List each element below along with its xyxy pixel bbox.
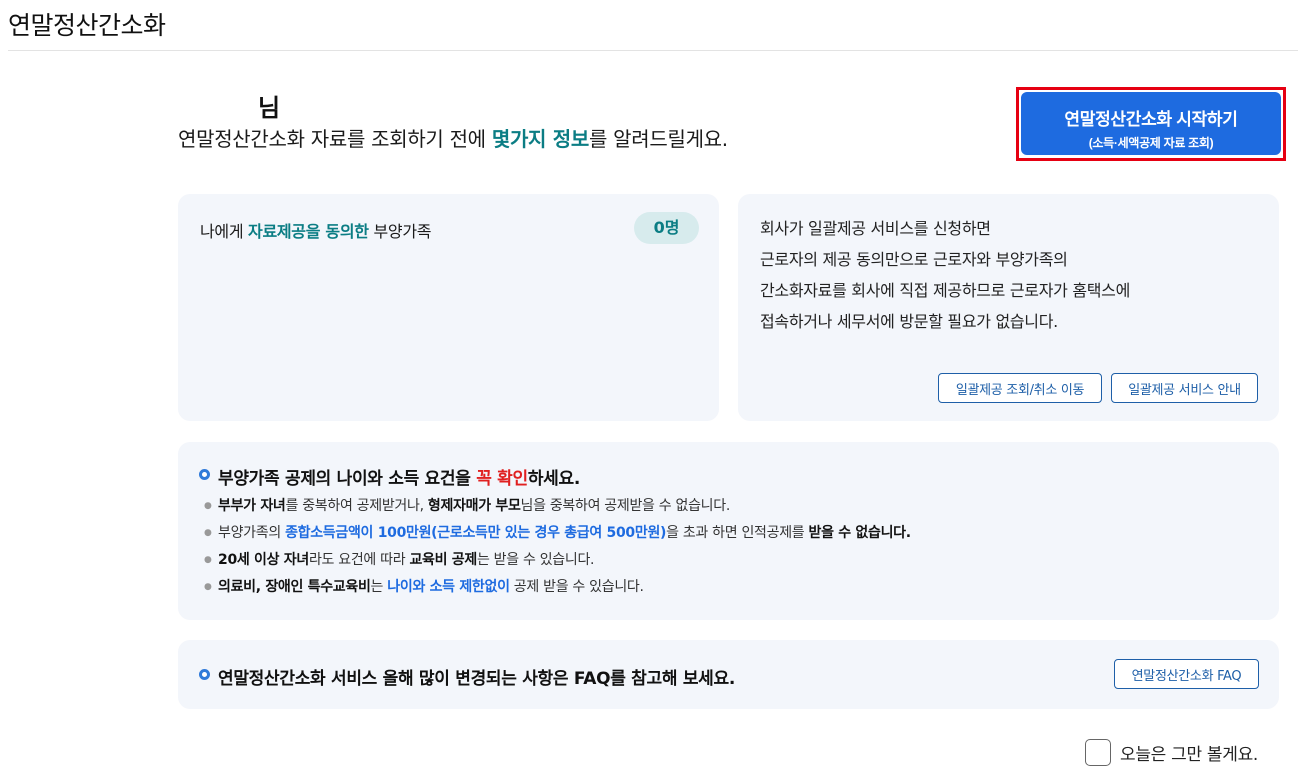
bullet-circle-icon	[199, 669, 210, 680]
bullet-dot-icon: ●	[204, 582, 212, 592]
rule-item: ● 부양가족의 종합소득금액이 100만원(근로소득만 있는 경우 총급여 500…	[204, 523, 911, 550]
bullet-dot-icon: ●	[204, 528, 212, 538]
intro-text: 연말정산간소화 자료를 조회하기 전에 몇가지 정보를 알려드릴게요.	[178, 123, 728, 152]
start-button-sublabel: (소득·세액공제 자료 조회)	[1088, 136, 1214, 150]
label-highlight: 자료제공을 동의한	[248, 222, 369, 241]
rule-text: 님을 중복하여 공제받을 수 없습니다.	[520, 498, 731, 514]
intro-text-part: 를 알려드릴게요.	[589, 127, 728, 151]
rule-bold: 형제자매가 부모	[427, 498, 521, 514]
rule-text: 공제 받을 수 있습니다.	[509, 579, 644, 595]
dependent-rules-card: 부양가족 공제의 나이와 소득 요건을 꼭 확인하세요. ● 부부가 자녀를 중복…	[178, 442, 1279, 620]
heading-part: 하세요.	[527, 469, 581, 489]
info-line: 회사가 일괄제공 서비스를 신청하면	[760, 219, 991, 238]
bulk-service-guide-button[interactable]: 일괄제공 서비스 안내	[1111, 373, 1258, 403]
rule-item: ● 의료비, 장애인 특수교육비는 나이와 소득 제한없이 공제 받을 수 있습니…	[204, 577, 911, 604]
start-button-label: 연말정산간소화 시작하기	[1064, 110, 1238, 129]
bulk-provision-description: 회사가 일괄제공 서비스를 신청하면 근로자의 제공 동의만으로 근로자와 부양…	[760, 213, 1130, 337]
info-line: 접속하거나 세무서에 방문할 필요가 없습니다.	[760, 312, 1058, 331]
dont-show-today-toggle[interactable]: 오늘은 그만 볼게요.	[1085, 739, 1258, 766]
rule-bold: 교육비 공제	[409, 552, 477, 568]
rule-bold: 의료비, 장애인 특수교육비	[218, 579, 371, 595]
faq-button[interactable]: 연말정산간소화 FAQ	[1114, 659, 1259, 689]
dependents-consent-card: 나에게 자료제공을 동의한 부양가족 0명	[178, 194, 719, 421]
info-line: 근로자의 제공 동의만으로 근로자와 부양가족의	[760, 250, 1068, 269]
rules-heading: 부양가족 공제의 나이와 소득 요건을 꼭 확인하세요.	[218, 464, 580, 489]
faq-text: 연말정산간소화 서비스 올해 많이 변경되는 사항은 FAQ를 참고해 보세요.	[218, 669, 735, 689]
info-line: 간소화자료를 회사에 직접 제공하므로 근로자가 홈택스에	[760, 281, 1131, 300]
bullet-dot-icon: ●	[204, 555, 212, 565]
bulk-provision-info-card: 회사가 일괄제공 서비스를 신청하면 근로자의 제공 동의만으로 근로자와 부양…	[738, 194, 1279, 421]
label-part: 나에게	[200, 222, 249, 241]
rule-list: ● 부부가 자녀를 중복하여 공제받거나, 형제자매가 부모님을 중복하여 공제받…	[204, 496, 911, 604]
rule-item: ● 부부가 자녀를 중복하여 공제받거나, 형제자매가 부모님을 중복하여 공제받…	[204, 496, 911, 523]
dont-show-today-label: 오늘은 그만 볼게요.	[1120, 745, 1259, 765]
rule-text: 을 초과 하면 인적공제를	[666, 525, 809, 541]
page-title: 연말정산간소화	[8, 11, 166, 40]
intro-highlight: 몇가지 정보	[491, 127, 590, 151]
bullet-circle-icon	[199, 469, 210, 480]
dont-show-today-checkbox[interactable]	[1085, 739, 1111, 766]
heading-emphasis: 꼭 확인	[476, 469, 528, 489]
start-simplified-service-button[interactable]: 연말정산간소화 시작하기 (소득·세액공제 자료 조회)	[1021, 92, 1281, 155]
heading-part: 부양가족 공제의 나이와 소득 요건을	[218, 469, 477, 489]
title-divider	[8, 50, 1298, 51]
dependents-consent-label: 나에게 자료제공을 동의한 부양가족	[200, 218, 431, 242]
rule-bold: 받을 수 없습니다.	[808, 525, 912, 541]
intro-text-part: 연말정산간소화 자료를 조회하기 전에	[178, 127, 492, 151]
bullet-dot-icon: ●	[204, 501, 212, 511]
dependents-count-badge: 0명	[634, 212, 699, 244]
label-part: 부양가족	[368, 222, 432, 241]
rule-highlight: 나이와 소득 제한없이	[387, 579, 510, 595]
rule-text: 는	[370, 579, 388, 595]
rule-text: 를 중복하여 공제받거나,	[285, 498, 428, 514]
bulk-lookup-cancel-button[interactable]: 일괄제공 조회/취소 이동	[938, 373, 1102, 403]
rule-text: 라도 요건에 따라	[308, 552, 410, 568]
rule-highlight: 종합소득금액이 100만원(근로소득만 있는 경우 총급여 500만원)	[285, 525, 667, 541]
faq-card: 연말정산간소화 서비스 올해 많이 변경되는 사항은 FAQ를 참고해 보세요.…	[178, 640, 1279, 709]
rule-item: ● 20세 이상 자녀라도 요건에 따라 교육비 공제는 받을 수 있습니다.	[204, 550, 911, 577]
rule-text: 는 받을 수 있습니다.	[476, 552, 595, 568]
rule-bold: 20세 이상 자녀	[218, 552, 309, 568]
rule-bold: 부부가 자녀	[218, 498, 286, 514]
user-name: 님	[258, 94, 281, 122]
rule-text: 부양가족의	[218, 525, 286, 541]
